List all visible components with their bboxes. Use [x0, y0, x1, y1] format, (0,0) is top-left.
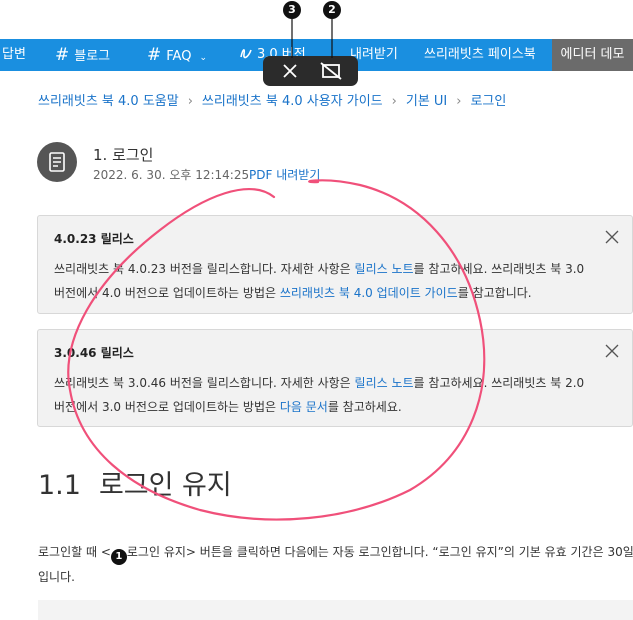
step-marker-1: 1: [110, 549, 127, 565]
section-title: 로그인 유지: [98, 470, 232, 501]
release-notice: 4.0.23 릴리스 쓰리래빗츠 북 4.0.23 버전을 릴리스합니다. 자세…: [37, 215, 633, 314]
notice-text: 를 참고합니다.: [457, 286, 532, 300]
notice-text: 를 참고하세요. 쓰리래빗츠 북 3.0: [413, 262, 585, 276]
nav-label: FAQ: [166, 49, 192, 64]
scribble-icon: [240, 49, 252, 59]
breadcrumb: 쓰리래빗츠 북 4.0 도움말 › 쓰리래빗츠 북 4.0 사용자 가이드 › 기본 U…: [38, 90, 506, 109]
step-marker-3: 3: [283, 1, 301, 19]
notice-body: 쓰리래빗츠 북 4.0.23 버전을 릴리스합니다. 자세한 사항은 릴리스 노…: [54, 257, 622, 305]
section-heading: 1.1 로그인 유지: [38, 463, 232, 502]
notice-text: 를 참고하세요.: [327, 400, 402, 414]
crop-icon: [320, 62, 342, 80]
crop-button[interactable]: [311, 56, 351, 86]
breadcrumb-separator-icon: ›: [456, 94, 462, 109]
breadcrumb-link-guide[interactable]: 쓰리래빗츠 북 4.0 사용자 가이드: [202, 94, 383, 109]
document-icon: [37, 142, 77, 182]
nav-item-answers[interactable]: 답변: [2, 39, 26, 71]
close-icon[interactable]: [604, 343, 620, 359]
update-guide-link[interactable]: 쓰리래빗츠 북 4.0 업데이트 가이드: [280, 286, 458, 300]
close-icon[interactable]: [604, 229, 620, 245]
notice-body: 쓰리래빗츠 북 3.0.46 버전을 릴리스합니다. 자세한 사항은 릴리스 노…: [54, 371, 622, 419]
notice-text: 버전에서 4.0 버전으로 업데이트하는 방법은: [54, 286, 280, 300]
nav-item-faq[interactable]: # FAQ ⌄: [147, 39, 207, 71]
page-title: 1. 로그인: [93, 146, 154, 164]
breadcrumb-link-basic-ui[interactable]: 기본 UI: [406, 94, 447, 109]
next-document-link[interactable]: 다음 문서: [280, 400, 328, 414]
nav-label: 블로그: [74, 49, 111, 64]
breadcrumb-link-login[interactable]: 로그인: [470, 94, 506, 109]
notice-text: 를 참고하세요. 쓰리래빗츠 북 2.0: [413, 376, 585, 390]
hash-icon: #: [55, 45, 70, 65]
release-notice: 3.0.46 릴리스 쓰리래빗츠 북 3.0.46 버전을 릴리스합니다. 자세…: [37, 329, 633, 427]
notice-title: 3.0.46 릴리스: [54, 346, 134, 360]
floating-toolbar: [263, 56, 358, 86]
notice-title: 4.0.23 릴리스: [54, 232, 134, 246]
breadcrumb-separator-icon: ›: [187, 94, 193, 109]
hash-icon: #: [147, 45, 162, 65]
step-marker-2: 2: [323, 1, 341, 19]
notice-text: 버전에서 3.0 버전으로 업데이트하는 방법은: [54, 400, 280, 414]
nav-item-facebook[interactable]: 쓰리래빗츠 페이스북: [424, 39, 536, 71]
release-notes-link[interactable]: 릴리스 노트: [355, 262, 414, 276]
body-text: 로그인 유지> 버튼을 클릭하면 다음에는 자동 로그인합니다. “로그인 유지…: [38, 545, 633, 584]
body-text: 로그인할 때 <: [38, 545, 111, 559]
body-paragraph: 로그인할 때 <1 로그인 유지> 버튼을 클릭하면 다음에는 자동 로그인합니다…: [38, 540, 633, 589]
nav-label: 쓰리래빗츠 페이스북: [424, 47, 536, 62]
breadcrumb-link-help[interactable]: 쓰리래빗츠 북 4.0 도움말: [38, 94, 179, 109]
notice-text: 쓰리래빗츠 북 4.0.23 버전을 릴리스합니다. 자세한 사항은: [54, 262, 355, 276]
close-button[interactable]: [270, 56, 310, 86]
nav-item-blog[interactable]: # 블로그: [55, 39, 110, 71]
editor-demo-button[interactable]: 에디터 데모: [552, 39, 633, 71]
notice-text: 쓰리래빗츠 북 3.0.46 버전을 릴리스합니다. 자세한 사항은: [54, 376, 355, 390]
page-timestamp: 2022. 6. 30. 오후 12:14:25: [93, 168, 250, 182]
pdf-download-link[interactable]: PDF 내려받기: [249, 166, 320, 183]
nav-label: 답변: [2, 47, 26, 62]
section-number: 1.1: [38, 470, 81, 501]
breadcrumb-separator-icon: ›: [391, 94, 397, 109]
chevron-down-icon: ⌄: [199, 53, 207, 63]
close-icon: [283, 64, 297, 78]
release-notes-link[interactable]: 릴리스 노트: [355, 376, 414, 390]
code-block: [38, 600, 633, 620]
